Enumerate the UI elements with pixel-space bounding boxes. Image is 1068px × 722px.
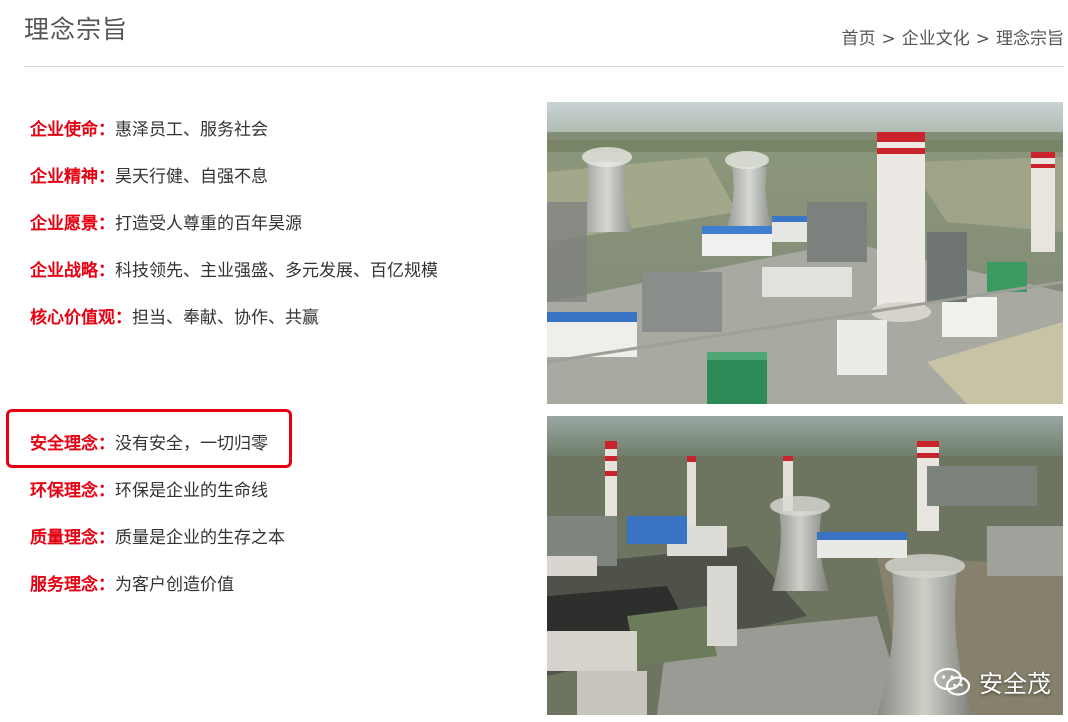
factory-aerial-image [547,102,1063,404]
concept-label: 安全理念： [30,434,115,454]
concept-item-quality: 质量理念：质量是企业的生存之本 [30,523,285,548]
header-divider [24,66,1064,67]
concept-text: 质量是企业的生存之本 [115,528,285,548]
concept-label: 服务理念： [30,575,115,595]
breadcrumb-home[interactable]: 首页 [842,29,876,49]
watermark-text: 安全茂 [979,670,1051,698]
concept-label: 环保理念： [30,481,115,501]
concept-text: 为客户创造价值 [115,575,234,595]
breadcrumb: 首页 > 企业文化 > 理念宗旨 [842,24,1065,49]
value-text: 惠泽员工、服务社会 [115,120,268,140]
value-label: 企业战略： [30,261,115,281]
plant-photo-2: 安全茂 [547,416,1063,715]
concept-text: 没有安全，一切归零 [115,434,268,454]
value-item-strategy: 企业战略：科技领先、主业强盛、多元发展、百亿规模 [30,256,438,281]
plant-photo-1 [547,102,1063,404]
breadcrumb-current: 理念宗旨 [996,29,1064,49]
value-label: 企业使命： [30,120,115,140]
watermark: 安全茂 [933,664,1051,699]
wechat-icon [933,667,971,696]
concept-item-environment: 环保理念：环保是企业的生命线 [30,476,268,501]
value-item-mission: 企业使命：惠泽员工、服务社会 [30,115,268,140]
value-item-core-values: 核心价值观：担当、奉献、协作、共赢 [30,303,319,328]
value-text: 担当、奉献、协作、共赢 [132,308,319,328]
breadcrumb-separator: > [881,29,896,49]
value-text: 科技领先、主业强盛、多元发展、百亿规模 [115,261,438,281]
value-label: 核心价值观： [30,308,132,328]
value-text: 昊天行健、自强不息 [115,167,268,187]
page-title: 理念宗旨 [24,15,129,44]
value-text: 打造受人尊重的百年昊源 [115,214,302,234]
value-item-spirit: 企业精神：昊天行健、自强不息 [30,162,268,187]
concept-item-safety: 安全理念：没有安全，一切归零 [30,429,268,454]
concept-text: 环保是企业的生命线 [115,481,268,501]
breadcrumb-separator: > [975,29,990,49]
concept-label: 质量理念： [30,528,115,548]
concept-item-service: 服务理念：为客户创造价值 [30,570,234,595]
value-label: 企业精神： [30,167,115,187]
value-item-vision: 企业愿景：打造受人尊重的百年昊源 [30,209,302,234]
value-label: 企业愿景： [30,214,115,234]
breadcrumb-culture[interactable]: 企业文化 [902,29,970,49]
